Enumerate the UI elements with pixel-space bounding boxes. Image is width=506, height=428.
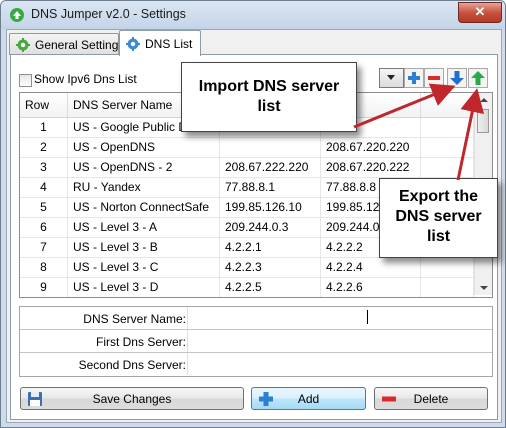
dns-list-dropdown[interactable] (379, 68, 404, 88)
row-number-cell: 2 (20, 138, 68, 157)
tab-general-setting-label: General Setting (35, 38, 119, 52)
table-row[interactable]: 8 US - Level 3 - C 4.2.2.3 4.2.2.4 (20, 258, 474, 278)
table-row[interactable]: 2 US - OpenDNS 208.67.220.220 (20, 138, 474, 158)
row-number-cell: 8 (20, 258, 68, 277)
minus-icon (428, 76, 440, 80)
first-dns-cell: 199.85.126.10 (220, 198, 321, 217)
export-list-button[interactable] (468, 68, 488, 88)
save-changes-button[interactable]: Save Changes (20, 387, 244, 410)
tab-dns-list-label: DNS List (145, 37, 193, 51)
dns-name-cell: US - Level 3 - D (68, 278, 220, 297)
import-callout-text: Import DNS server list (198, 78, 340, 115)
plus-icon (408, 72, 420, 84)
export-callout-text: Export the DNS server list (395, 188, 482, 245)
second-dns-server-label: Second Dns Server: (78, 358, 186, 372)
app-icon (10, 8, 24, 22)
scroll-up-icon[interactable] (480, 98, 488, 102)
first-dns-cell: 4.2.2.3 (220, 258, 321, 277)
gear-icon (16, 38, 30, 52)
field-separator (187, 307, 188, 329)
second-dns-cell: 4.2.2.4 (321, 258, 421, 277)
title-bar: DNS Jumper v2.0 - Settings ✕ (1, 1, 505, 29)
second-dns-cell: 208.67.220.220 (321, 138, 421, 157)
close-button[interactable]: ✕ (458, 2, 502, 23)
show-ipv6-checkbox[interactable] (19, 74, 32, 87)
first-dns-cell: 209.244.0.3 (220, 218, 321, 237)
field-separator (187, 330, 188, 352)
first-dns-cell: 4.2.2.1 (220, 238, 321, 257)
add-entry-button[interactable] (404, 68, 424, 88)
column-header-row[interactable]: Row (20, 93, 68, 117)
show-ipv6-label[interactable]: Show Ipv6 Dns List (34, 72, 137, 86)
first-dns-cell (220, 138, 321, 157)
row-number-cell: 4 (20, 178, 68, 197)
dns-name-cell: US - Level 3 - C (68, 258, 220, 277)
dns-server-name-row: DNS Server Name: (20, 307, 492, 330)
field-separator (187, 353, 188, 375)
second-dns-cell: 208.67.220.222 (321, 158, 421, 177)
tab-general-setting[interactable]: General Setting (9, 33, 119, 55)
first-dns-server-label: First Dns Server: (95, 335, 186, 349)
first-dns-cell: 4.2.2.5 (220, 278, 321, 297)
first-dns-cell: 77.88.8.1 (220, 178, 321, 197)
delete-label: Delete (413, 392, 449, 406)
second-dns-cell: 4.2.2.6 (321, 278, 421, 297)
filler-cell (421, 138, 474, 157)
row-number-cell: 7 (20, 238, 68, 257)
add-button[interactable]: Add (251, 387, 366, 410)
table-row[interactable]: 3 US - OpenDNS - 2 208.67.222.220 208.67.22… (20, 158, 474, 178)
arrow-down-icon (450, 71, 464, 85)
first-dns-server-input[interactable] (192, 334, 482, 350)
save-changes-label: Save Changes (92, 392, 172, 406)
row-number-cell: 3 (20, 158, 68, 177)
window-title: DNS Jumper v2.0 - Settings (31, 7, 186, 21)
table-row[interactable]: 9 US - Level 3 - D 4.2.2.5 4.2.2.6 (20, 278, 474, 297)
filler-cell (421, 118, 474, 137)
arrow-up-icon (471, 71, 485, 85)
dns-name-cell: RU - Yandex (68, 178, 220, 197)
filler-cell (421, 278, 474, 297)
gear-icon (126, 37, 140, 51)
import-callout: Import DNS server list (181, 62, 357, 132)
dns-entry-form: DNS Server Name: First Dns Server: Secon… (19, 306, 493, 377)
remove-entry-button[interactable] (424, 68, 444, 88)
row-number-cell: 6 (20, 218, 68, 237)
first-dns-cell: 208.67.222.220 (220, 158, 321, 177)
import-list-button[interactable] (447, 68, 467, 88)
filler-cell (421, 158, 474, 177)
row-number-cell: 5 (20, 198, 68, 217)
dns-name-cell: US - OpenDNS - 2 (68, 158, 220, 177)
row-number-cell: 1 (20, 118, 68, 137)
tab-dns-list[interactable]: DNS List (119, 30, 201, 56)
second-dns-server-input[interactable] (192, 357, 482, 373)
dns-name-cell: US - Level 3 - B (68, 238, 220, 257)
first-dns-server-row: First Dns Server: (20, 330, 492, 353)
filler-cell (421, 258, 474, 277)
add-label: Add (297, 392, 320, 406)
row-number-cell: 9 (20, 278, 68, 297)
dns-name-cell: US - Norton ConnectSafe (68, 198, 220, 217)
dns-name-cell: US - Level 3 - A (68, 218, 220, 237)
delete-button[interactable]: Delete (374, 387, 488, 410)
scroll-thumb[interactable] (477, 109, 489, 133)
second-dns-server-row: Second Dns Server: (20, 353, 492, 376)
dns-server-name-label: DNS Server Name: (83, 312, 186, 326)
export-callout: Export the DNS server list (379, 178, 498, 258)
chevron-down-icon (387, 75, 395, 80)
scroll-down-icon[interactable] (480, 286, 488, 290)
dns-name-cell: US - OpenDNS (68, 138, 220, 157)
dns-server-name-input[interactable] (192, 311, 482, 327)
